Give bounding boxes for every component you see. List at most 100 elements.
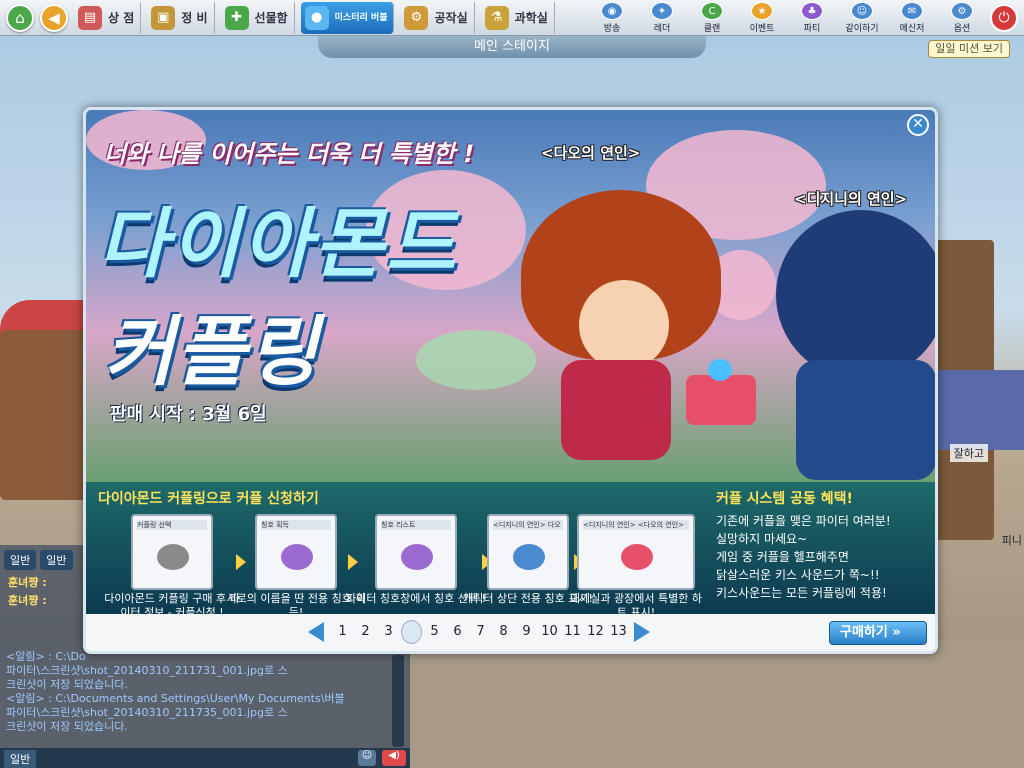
howto-heading: 다이아몬드 커플링으로 커플 신청하기 [98, 491, 319, 507]
gear-icon: ⚙ [404, 5, 429, 30]
chat-user-1: 훈녀쨩 : [8, 576, 47, 589]
event-icon: ★ [751, 2, 773, 20]
chat-channel-select[interactable]: 일반 [4, 750, 37, 768]
banner-title-line1: 다이아몬드 [98, 199, 458, 288]
daily-mission-button[interactable]: 일일 미션 보기 [928, 40, 1010, 58]
step-1: 커플링 선택 다이아몬드 커플링 구매 후 파이터 정보 - 커플신청 ! [102, 514, 242, 620]
party-icon: ♣ [801, 2, 823, 20]
options-button[interactable]: ⚙ 옵션 [940, 2, 984, 34]
chat-input-bar: 일반 ☺ ◀) [0, 748, 410, 768]
broadcast-button[interactable]: ◉ 방송 [590, 2, 634, 34]
ring-box [686, 359, 756, 425]
emoticon-button[interactable]: ☺ [358, 750, 376, 766]
sale-date: 판매 시작 : 3월 6일 [110, 404, 267, 425]
messenger-icon: ✉ [901, 2, 923, 20]
page-13[interactable]: 13 [608, 620, 629, 644]
together-icon: ☺ [851, 2, 873, 20]
ladder-button[interactable]: ✦ 레더 [640, 2, 684, 34]
clan-icon: C [701, 2, 723, 20]
menu-science[interactable]: ⚗ 과학실 [481, 1, 555, 34]
next-page-button[interactable] [634, 622, 650, 642]
menu-shop[interactable]: ▤ 상 점 [74, 1, 142, 34]
close-button[interactable]: ✕ [907, 114, 929, 136]
step-2-image: 칭호 획득 [255, 514, 337, 590]
chat-line-6: 크린샷이 저장 되었습니다. [6, 720, 128, 733]
chat-send-button[interactable]: ◀) [382, 750, 406, 766]
step-5-image: <디지니의 연인> <다오의 연인> [577, 514, 695, 590]
chat-tab-general[interactable]: 일반 [4, 550, 37, 570]
banner-tagline: 너와 나를 이어주는 더욱 더 특별한 ! [104, 140, 475, 168]
side-chat-bubble: 잘하고 [949, 444, 988, 462]
party-button[interactable]: ♣ 파티 [790, 2, 834, 34]
close-icon: ✕ [912, 116, 924, 132]
back-button[interactable]: ◀ [40, 3, 68, 32]
title-badge-icon [281, 544, 313, 570]
step-5: <디지니의 연인> <다오의 연인> 대기실과 광장에서 특별한 하트 표시! [566, 514, 706, 620]
page-11[interactable]: 11 [562, 620, 583, 644]
page-7[interactable]: 7 [470, 620, 491, 644]
shop-icon: ▤ [78, 5, 102, 30]
clan-button[interactable]: C 클랜 [690, 2, 734, 34]
page-6[interactable]: 6 [447, 620, 468, 644]
pagination-bar: 1 2 3 4 5 6 7 8 9 10 11 12 13 구매하기 » [86, 614, 935, 651]
menu-giftbox[interactable]: ✚ 선물함 [221, 1, 295, 34]
page-5[interactable]: 5 [424, 620, 445, 644]
chat-tabs: 일반 일반 [4, 550, 73, 570]
benefit-heading: 커플 시스템 공동 혜택! [716, 491, 853, 507]
options-gear-icon: ⚙ [951, 2, 973, 20]
chat-scrollbar[interactable] [392, 655, 404, 747]
power-button[interactable]: ⏻ [990, 4, 1018, 32]
diamond-icon [708, 359, 732, 381]
top-nav-bar: ⌂ ◀ ▤ 상 점 ▣ 정 비 ✚ 선물함 ● 미스터리 버블 ⚙ 공작실 ⚗ … [0, 0, 1024, 36]
page-3[interactable]: 3 [378, 620, 399, 644]
buy-button[interactable]: 구매하기 » [829, 621, 927, 645]
emoticon-icon: ☺ [361, 750, 373, 761]
page-2[interactable]: 2 [355, 620, 376, 644]
messenger-button[interactable]: ✉ 메신저 [890, 2, 934, 34]
page-12[interactable]: 12 [585, 620, 606, 644]
page-4-current[interactable]: 4 [401, 620, 422, 644]
banner-title-line2: 커플링 [104, 307, 320, 396]
step-3-image: 칭호 리스트 [375, 514, 457, 590]
char-label-dao-lover: <다오의 연인> [541, 144, 641, 162]
page-8[interactable]: 8 [493, 620, 514, 644]
page-9[interactable]: 9 [516, 620, 537, 644]
blue-roof [934, 370, 1024, 450]
howto-panel: 다이아몬드 커플링으로 커플 신청하기 커플 시스템 공동 혜택! 커플링 선택… [86, 482, 935, 619]
right-icon-group: ◉ 방송 ✦ 레더 C 클랜 ★ 이벤트 ♣ 파티 ☺ 같이하기 ✉ 메신저 ⚙ 옵션 [590, 2, 984, 34]
page-1[interactable]: 1 [332, 620, 353, 644]
river [416, 330, 536, 390]
event-button[interactable]: ★ 이벤트 [740, 2, 784, 34]
wings-icon: ✦ [651, 2, 673, 20]
home-button[interactable]: ⌂ [6, 3, 34, 32]
menu-workshop[interactable]: ⚙ 공작실 [400, 1, 475, 34]
page-list: 1 2 3 4 5 6 7 8 9 10 11 12 13 [332, 620, 629, 644]
benefit-text: 기존에 커플을 맺은 파이터 여러분! 실망하지 마세요~ 게임 중 커플을 헬… [716, 514, 891, 600]
character-icon [513, 544, 545, 570]
event-popup: 너와 나를 이어주는 더욱 더 특별한 ! 다이아몬드 커플링 판매 시작 : … [83, 107, 938, 654]
home-icon: ⌂ [15, 8, 25, 27]
back-arrow-icon: ◀ [48, 8, 60, 27]
page-10[interactable]: 10 [539, 620, 560, 644]
chat-tab-general-2[interactable]: 일반 [40, 550, 73, 570]
chat-user-2: 훈녀쨩 : [8, 594, 47, 607]
double-chevron-icon: » [892, 625, 901, 640]
together-button[interactable]: ☺ 같이하기 [840, 2, 884, 34]
heart-icon [621, 544, 653, 570]
step-2: 칭호 획득 서로의 이름을 딴 전용 칭호 획득! [226, 514, 366, 620]
step-1-image: 커플링 선택 [131, 514, 213, 590]
stage-title: 메인 스테이지 [318, 36, 706, 58]
ring-icon [157, 544, 189, 570]
menu-equip[interactable]: ▣ 정 비 [147, 1, 215, 34]
title-badge-icon [401, 544, 433, 570]
dizni-character [766, 210, 935, 480]
speaker-icon: ◀) [388, 750, 400, 761]
power-icon: ⏻ [998, 10, 1010, 26]
gift-icon: ✚ [224, 5, 249, 30]
backpack-icon: ▣ [151, 5, 176, 30]
menu-mystery-bubble[interactable]: ● 미스터리 버블 [300, 1, 395, 34]
side-name-label: 피니 [1001, 534, 1022, 547]
step-4-image: <디지니의 연인> 다오 [487, 514, 569, 590]
bubble-icon: ● [304, 5, 329, 30]
prev-page-button[interactable] [308, 622, 324, 642]
